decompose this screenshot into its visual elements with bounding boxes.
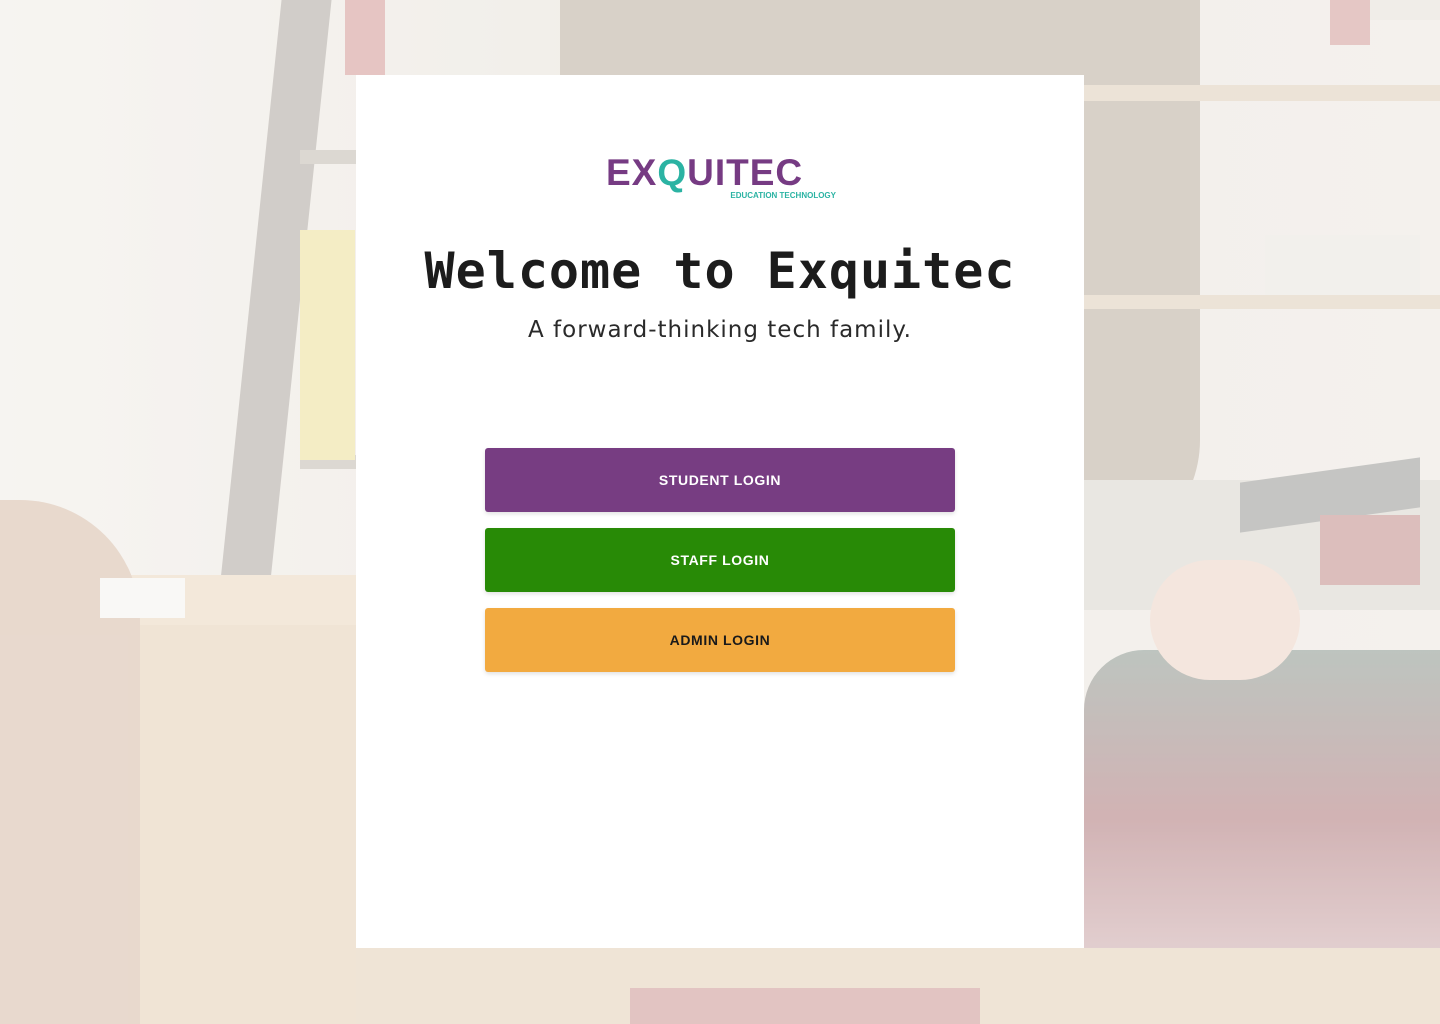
page-subtitle: A forward-thinking tech family.	[527, 317, 912, 343]
staff-login-button[interactable]: STAFF LOGIN	[485, 528, 955, 592]
logo-wordmark-suffix: UITEC	[687, 152, 804, 193]
logo-tagline: EDUCATION TECHNOLOGY	[730, 191, 836, 200]
logo-wordmark-prefix: EX	[606, 152, 658, 193]
student-login-button[interactable]: STUDENT LOGIN	[485, 448, 955, 512]
logo-wordmark-q: Q	[657, 152, 688, 193]
logo-wordmark: EXQUITEC	[606, 153, 836, 193]
page-title: Welcome to Exquitec	[424, 242, 1016, 300]
exquitec-logo: EXQUITEC EDUCATION TECHNOLOGY	[592, 149, 848, 209]
login-card: EXQUITEC EDUCATION TECHNOLOGY Welcome to…	[356, 75, 1084, 948]
admin-login-button[interactable]: ADMIN LOGIN	[485, 608, 955, 672]
